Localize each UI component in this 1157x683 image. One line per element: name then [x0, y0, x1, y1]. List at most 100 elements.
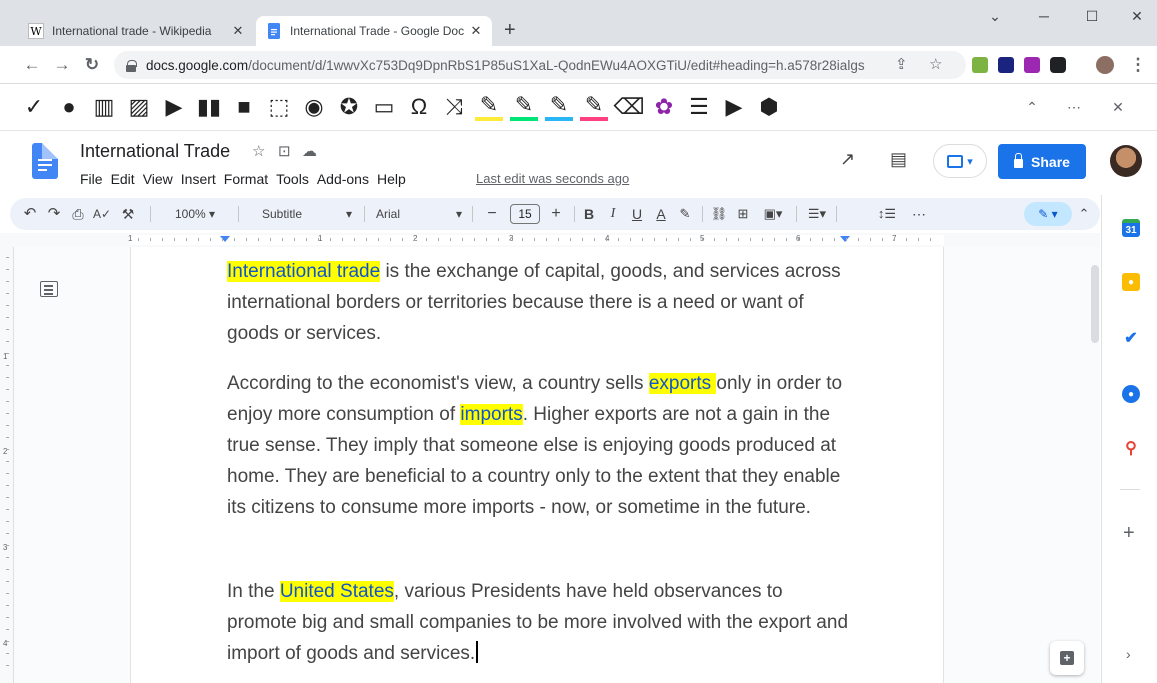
menu-edit[interactable]: Edit: [111, 171, 135, 187]
more-options-icon[interactable]: ⋯: [1060, 93, 1088, 121]
scrollbar-thumb[interactable]: [1091, 265, 1099, 343]
move-folder-icon[interactable]: ⊡: [278, 142, 291, 160]
bookmark-star-icon[interactable]: ☆: [929, 51, 942, 79]
maximize-icon[interactable]: ☐: [1082, 8, 1102, 25]
redo-icon[interactable]: ↷: [44, 198, 64, 230]
share-button[interactable]: Share: [998, 144, 1086, 179]
menu-addons[interactable]: Add-ons: [317, 171, 369, 187]
horizontal-ruler[interactable]: 1 1 2 3 4 5 6 7: [0, 233, 1100, 247]
select-area-icon[interactable]: ⬚: [265, 93, 293, 121]
print-icon[interactable]: ⎙: [68, 198, 88, 230]
expand-panel-icon[interactable]: ›: [1126, 646, 1131, 662]
profile-avatar[interactable]: [1096, 56, 1114, 74]
menu-file[interactable]: File: [80, 171, 103, 187]
extension-icon[interactable]: [998, 57, 1014, 73]
right-indent-marker[interactable]: [840, 236, 850, 242]
list-icon[interactable]: ☰: [685, 93, 713, 121]
align-icon[interactable]: ☰▾: [802, 198, 832, 230]
paragraph-3[interactable]: In the United States, various Presidents…: [227, 576, 857, 669]
paragraph-2[interactable]: According to the economist's view, a cou…: [227, 368, 857, 523]
highlighter-green-icon[interactable]: ✎: [510, 92, 538, 121]
close-toolbar-icon[interactable]: ✕: [1104, 93, 1132, 121]
maps-icon[interactable]: ⚲: [1122, 439, 1140, 457]
google-docs-logo-icon[interactable]: [32, 143, 58, 179]
highlighted-link[interactable]: exports: [648, 373, 717, 394]
menu-tools[interactable]: Tools: [276, 171, 309, 187]
highlighter-yellow-icon[interactable]: ✎: [475, 92, 503, 121]
forward-icon[interactable]: →: [52, 55, 72, 75]
extension-icon[interactable]: [972, 57, 988, 73]
editing-mode-button[interactable]: ✎ ▾: [1024, 202, 1072, 226]
zoom-select[interactable]: 100% ▾: [160, 198, 230, 230]
insert-link-icon[interactable]: ⛓: [708, 198, 730, 230]
insert-image-icon[interactable]: ▣▾: [756, 198, 790, 230]
translate-icon[interactable]: ✪: [335, 93, 363, 121]
more-tools-icon[interactable]: ⋯: [906, 198, 932, 230]
close-tab-icon[interactable]: ✕: [230, 23, 246, 39]
menu-view[interactable]: View: [143, 171, 173, 187]
package-icon[interactable]: ⬢: [755, 93, 783, 121]
decrease-font-size-button[interactable]: −: [480, 198, 504, 230]
explore-button[interactable]: +: [1050, 641, 1084, 675]
back-icon[interactable]: ←: [22, 55, 42, 75]
color-wheel-icon[interactable]: ✿: [650, 93, 678, 121]
eraser-icon[interactable]: ⌫: [613, 93, 644, 121]
tab-google-docs[interactable]: International Trade - Google Doc ✕: [256, 16, 492, 46]
cloud-saved-icon[interactable]: ☁: [302, 142, 317, 160]
last-edit-link[interactable]: Last edit was seconds ago: [476, 171, 629, 186]
comments-icon[interactable]: ▤: [890, 149, 907, 170]
paragraph-style-select[interactable]: Subtitle ▾: [250, 198, 360, 230]
increase-font-size-button[interactable]: +: [544, 198, 568, 230]
font-size-input[interactable]: 15: [510, 204, 540, 224]
new-tab-button[interactable]: +: [504, 20, 516, 40]
shuffle-icon[interactable]: ⤨: [440, 93, 468, 121]
paragraph-1[interactable]: International trade is the exchange of c…: [227, 256, 857, 349]
keep-icon[interactable]: ●: [1122, 273, 1140, 291]
document-title[interactable]: International Trade: [80, 141, 230, 162]
highlight-color-icon[interactable]: ✎: [674, 198, 696, 230]
highlighted-link[interactable]: International trade: [227, 261, 381, 282]
highlighter-blue-icon[interactable]: ✎: [545, 92, 573, 121]
undo-icon[interactable]: ↶: [20, 198, 40, 230]
picture-icon[interactable]: ▨: [125, 93, 153, 121]
add-comment-icon[interactable]: ⊞: [732, 198, 754, 230]
paint-format-icon[interactable]: ⚒: [118, 198, 138, 230]
speaking-head-icon[interactable]: ●: [55, 93, 83, 121]
url-bar[interactable]: docs.google.com/document/d/1wwvXc753Dq9D…: [114, 51, 966, 79]
chrome-menu-icon[interactable]: ⋮: [1128, 55, 1148, 75]
book-icon[interactable]: ▥: [90, 93, 118, 121]
screen-reader-icon[interactable]: ◉: [300, 93, 328, 121]
document-page[interactable]: International trade is the exchange of c…: [130, 247, 944, 683]
account-avatar[interactable]: [1110, 145, 1142, 177]
close-tab-icon[interactable]: ✕: [468, 23, 484, 39]
tab-wikipedia[interactable]: W International trade - Wikipedia ✕: [18, 16, 254, 46]
reload-icon[interactable]: ↻: [82, 55, 102, 75]
highlighter-pink-icon[interactable]: ✎: [580, 92, 608, 121]
check-circle-icon[interactable]: ✓: [20, 93, 48, 121]
collapse-menus-icon[interactable]: ⌃: [1074, 198, 1094, 230]
share-page-icon[interactable]: ⇪: [895, 51, 908, 79]
tasks-icon[interactable]: ✔: [1122, 329, 1140, 347]
highlighted-link[interactable]: United States: [279, 581, 394, 602]
pause-icon[interactable]: ▮▮: [195, 93, 223, 121]
minimize-icon[interactable]: ─: [1034, 8, 1054, 24]
highlighted-link[interactable]: imports: [460, 404, 523, 425]
get-addons-icon[interactable]: +: [1123, 522, 1135, 545]
stop-icon[interactable]: ■: [230, 93, 258, 121]
star-icon[interactable]: ☆: [252, 142, 265, 160]
menu-insert[interactable]: Insert: [181, 171, 216, 187]
menu-format[interactable]: Format: [224, 171, 268, 187]
italic-button[interactable]: I: [602, 198, 624, 230]
tab-search-icon[interactable]: ⌄: [985, 8, 1005, 25]
present-button[interactable]: ▾: [933, 144, 987, 178]
contacts-icon[interactable]: ●: [1122, 385, 1140, 403]
activity-trend-icon[interactable]: ↗: [840, 149, 855, 170]
video-icon[interactable]: ▶: [720, 93, 748, 121]
extension-icon[interactable]: [1024, 57, 1040, 73]
vertical-ruler[interactable]: 1 2 3 4: [0, 247, 14, 683]
play-icon[interactable]: ▶: [160, 93, 188, 121]
menu-help[interactable]: Help: [377, 171, 406, 187]
calendar-icon[interactable]: 31: [1122, 219, 1140, 237]
underline-button[interactable]: U: [626, 198, 648, 230]
collapse-toolbar-icon[interactable]: ⌃: [1018, 93, 1046, 121]
